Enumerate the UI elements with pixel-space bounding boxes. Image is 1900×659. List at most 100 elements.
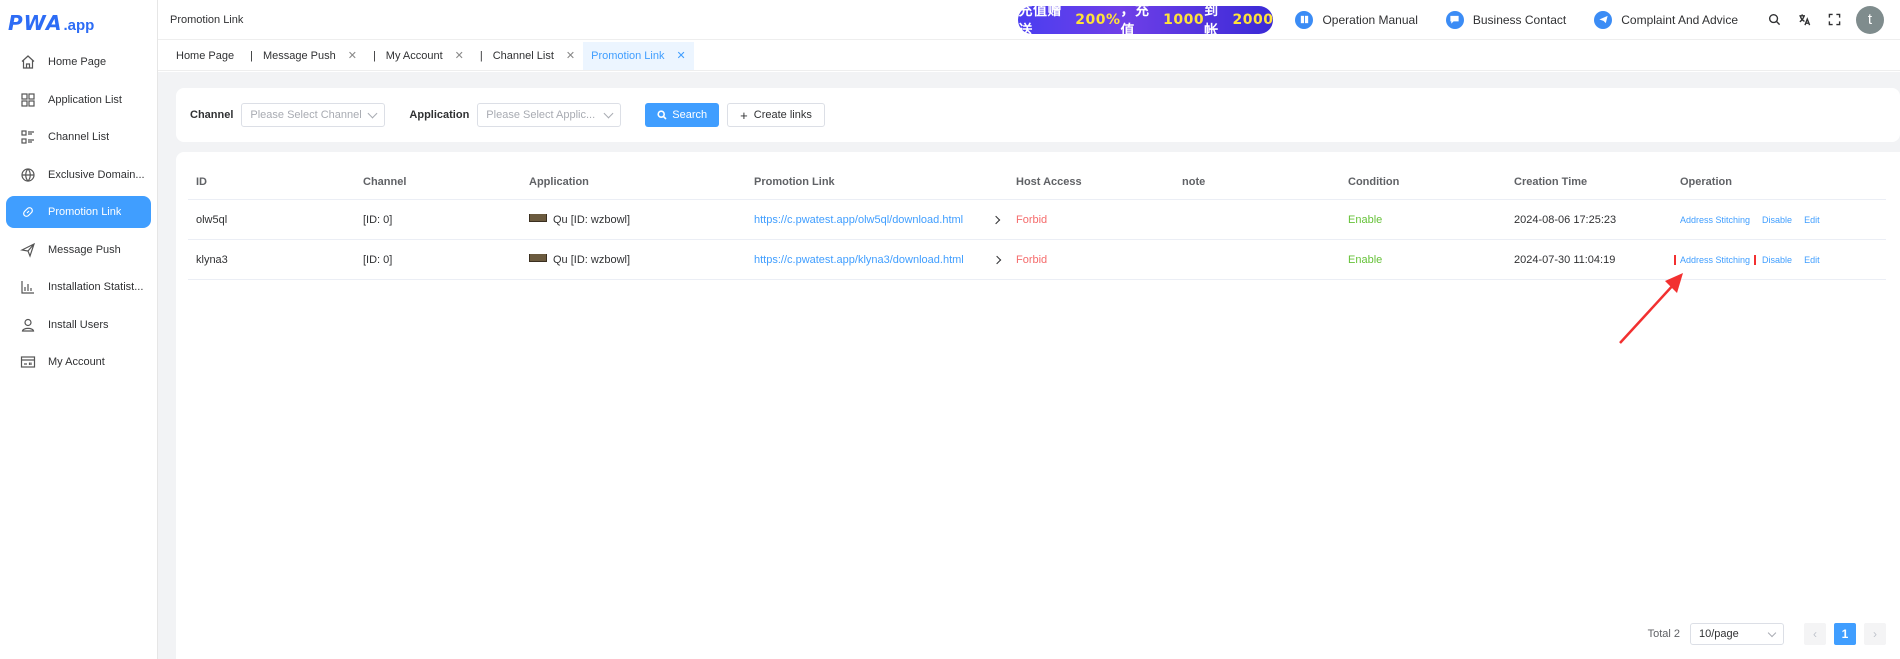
sidebar-item-label: My Account [48,356,105,368]
channel-select[interactable]: Please Select Channel [241,103,386,127]
globe-icon [20,167,36,183]
sidebar-item-label: Message Push [48,243,121,256]
edit-button[interactable]: Edit [1804,215,1820,225]
close-icon[interactable]: ✕ [455,49,464,62]
sidebar-item-home[interactable]: Home Page [6,46,151,78]
promo-text-d: 1000 [1163,11,1205,28]
pagination-total: Total 2 [1647,628,1680,640]
promotion-link[interactable]: https://c.pwatest.app/klyna3/download.ht… [754,254,964,266]
promo-text-e: 到帐 [1204,2,1219,39]
business-contact-link[interactable]: Business Contact [1445,10,1567,29]
promotion-link-table: ID Channel Application Promotion Link Ho… [188,164,1886,280]
address-stitching-button[interactable]: Address Stitching [1673,254,1757,265]
tab-home-page[interactable]: Home Page [168,42,242,70]
create-links-button[interactable]: + Create links [727,103,825,127]
sidebar-item-application-list[interactable]: Application List [6,84,151,116]
sidebar-item-exclusive-domain[interactable]: Exclusive Domain... [6,159,151,191]
sidebar-item-promotion-link[interactable]: Promotion Link [6,196,151,228]
list-icon [20,129,36,145]
tab-message-push[interactable]: | Message Push ✕ [242,42,365,70]
column-header-channel: Channel [363,175,407,188]
close-icon[interactable]: ✕ [348,49,357,62]
application-filter-label: Application [409,109,470,121]
tab-label: Channel List [492,49,554,62]
prev-page-button[interactable]: ‹ [1804,623,1826,645]
sidebar-item-install-users[interactable]: Install Users [6,309,151,341]
tab-label: Promotion Link [591,49,665,62]
sidebar-item-installation-statistics[interactable]: Installation Statist... [6,271,151,303]
chevron-right-icon[interactable] [991,215,1001,224]
table-row: olw5ql [ID: 0] Qu [ID: wzbowl] https://c… [188,200,1886,240]
promotion-link[interactable]: https://c.pwatest.app/olw5ql/download.ht… [754,214,963,226]
disable-button[interactable]: Disable [1762,255,1792,265]
cell-condition: Enable [1348,213,1383,226]
application-select[interactable]: Please Select Applic... [477,103,622,127]
column-header-promotion-link: Promotion Link [754,175,835,188]
cell-host-access: Forbid [1016,253,1048,266]
sidebar-item-message-push[interactable]: Message Push [6,234,151,266]
user-icon [20,317,36,333]
sidebar-item-my-account[interactable]: My Account [6,346,151,378]
promo-text-b: 200% [1075,11,1121,28]
promo-banner[interactable]: 充值赠送 200% ，充值 1000 到帐 2000 [1018,3,1274,39]
operation-manual-label: Operation Manual [1322,12,1418,27]
grid-icon [20,92,36,108]
table-row: klyna3 [ID: 0] Qu [ID: wzbowl] https://c… [188,240,1886,280]
cell-channel: [ID: 0] [363,213,393,226]
fullscreen-icon[interactable] [1826,12,1842,28]
promotion-link-table-card: ID Channel Application Promotion Link Ho… [176,152,1900,659]
sidebar-item-label: Exclusive Domain... [48,168,145,181]
promo-text-c: ，充值 [1120,2,1150,39]
pagination: Total 2 10/page ‹ 1 › [1648,623,1886,645]
complaint-advice-link[interactable]: Complaint And Advice [1594,10,1738,29]
link-icon [20,204,36,220]
home-icon [20,54,36,70]
column-header-application: Application [529,175,589,188]
tab-label: My Account [385,49,443,62]
search-icon[interactable] [1766,12,1782,28]
chevron-right-icon[interactable] [992,255,1001,264]
search-button[interactable]: Search [645,103,720,127]
tab-channel-list[interactable]: | Channel List ✕ [472,42,583,70]
tab-divider: | [479,49,483,62]
avatar[interactable]: t [1856,5,1884,34]
address-stitching-button[interactable]: Address Stitching [1680,215,1750,225]
close-icon[interactable]: ✕ [676,49,685,62]
plus-icon: + [740,107,748,123]
page-number-button[interactable]: 1 [1834,623,1856,645]
operation-manual-link[interactable]: Operation Manual [1295,10,1418,29]
breadcrumb: Promotion Link [170,13,244,26]
cell-promotion-link: https://c.pwatest.app/klyna3/download.ht… [746,254,1008,266]
sidebar-item-label: Home Page [48,56,107,68]
top-header: Promotion Link 充值赠送 200% ，充值 1000 到帐 200… [158,0,1900,40]
cell-creation-time: 2024-07-30 11:04:19 [1514,253,1616,266]
sidebar: PWA .app Home Page Application List Chan… [0,0,158,659]
translate-icon[interactable] [1796,12,1812,28]
bar-chart-icon [20,279,36,295]
app-thumbnail [529,213,547,222]
search-icon [657,110,667,120]
page-size-select[interactable]: 10/page [1690,623,1784,645]
tab-promotion-link[interactable]: Promotion Link ✕ [583,41,694,70]
sidebar-item-label: Application List [48,93,122,106]
close-icon[interactable]: ✕ [566,49,575,62]
column-header-id: ID [196,175,207,188]
application-name: Qu [ID: wzbowl] [553,213,631,226]
column-header-condition: Condition [1348,175,1400,188]
next-page-button[interactable]: › [1864,623,1886,645]
edit-button[interactable]: Edit [1804,255,1820,265]
search-button-label: Search [672,109,708,121]
cell-host-access: Forbid [1016,213,1048,226]
sidebar-item-channel-list[interactable]: Channel List [6,121,151,153]
tab-divider: | [372,49,376,62]
application-name: Qu [ID: wzbowl] [553,253,631,266]
business-contact-label: Business Contact [1472,12,1567,27]
cell-promotion-link: https://c.pwatest.app/olw5ql/download.ht… [746,214,1008,226]
tab-my-account[interactable]: | My Account ✕ [365,42,472,70]
cell-condition: Enable [1348,253,1383,266]
cell-creation-time: 2024-08-06 17:25:23 [1514,213,1617,226]
column-header-note: note [1182,175,1206,188]
disable-button[interactable]: Disable [1762,215,1792,225]
logo[interactable]: PWA .app [0,0,157,46]
cell-channel: [ID: 0] [363,253,393,266]
